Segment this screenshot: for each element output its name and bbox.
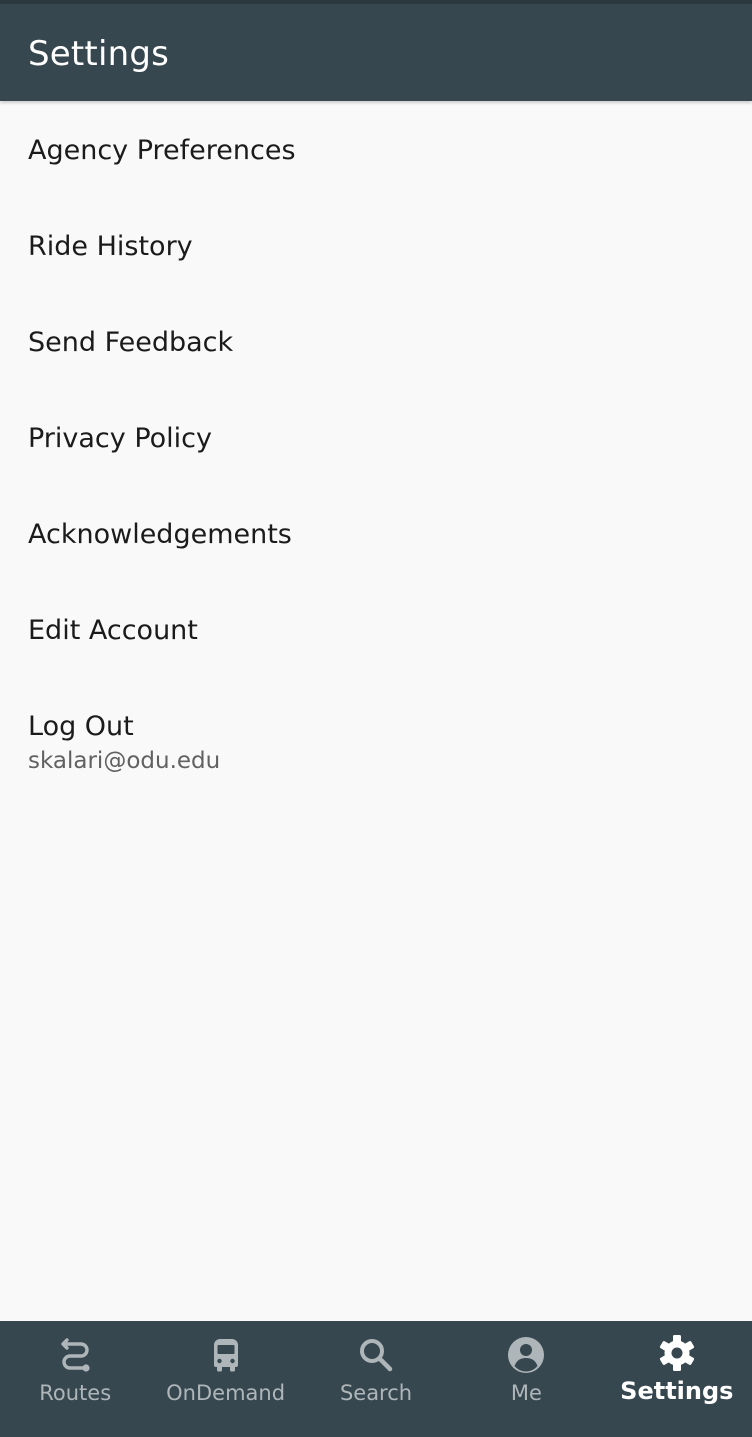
settings-menu: Agency Preferences Ride History Send Fee… [0,101,752,787]
menu-item-label: Privacy Policy [28,423,213,454]
bottom-navigation: Routes OnDemand Search Me Settings [0,1321,752,1437]
nav-tab-ondemand[interactable]: OnDemand [150,1321,300,1437]
nav-tab-me[interactable]: Me [451,1321,601,1437]
settings-screen: Settings Agency Preferences Ride History… [0,0,752,1437]
menu-item-agency-preferences[interactable]: Agency Preferences [0,101,752,197]
menu-item-ride-history[interactable]: Ride History [0,197,752,293]
account-email: skalari@odu.edu [28,748,221,774]
page-title: Settings [28,34,170,74]
menu-item-label: Agency Preferences [28,135,296,166]
nav-label: Settings [620,1377,734,1405]
nav-label: Me [510,1381,542,1405]
app-bar: Settings [0,0,752,101]
nav-tab-routes[interactable]: Routes [0,1321,150,1437]
routes-icon [61,1338,90,1372]
search-icon [360,1339,393,1372]
menu-item-edit-account[interactable]: Edit Account [0,581,752,677]
nav-tab-search[interactable]: Search [301,1321,451,1437]
menu-item-label: Send Feedback [28,327,234,358]
gear-icon [659,1335,694,1371]
account-circle-icon [508,1337,545,1373]
menu-item-log-out[interactable]: Log Out skalari@odu.edu [0,677,752,787]
menu-item-privacy-policy[interactable]: Privacy Policy [0,389,752,485]
nav-label: Search [339,1381,413,1405]
nav-tab-settings[interactable]: Settings [602,1321,752,1437]
menu-item-acknowledgements[interactable]: Acknowledgements [0,485,752,581]
menu-item-label: Log Out [28,711,134,742]
nav-label: OnDemand [166,1381,286,1405]
menu-item-label: Ride History [28,231,193,262]
nav-label: Routes [39,1381,112,1405]
menu-item-label: Acknowledgements [28,519,292,550]
bus-icon [213,1339,238,1372]
menu-item-send-feedback[interactable]: Send Feedback [0,293,752,389]
menu-item-label: Edit Account [28,615,198,646]
